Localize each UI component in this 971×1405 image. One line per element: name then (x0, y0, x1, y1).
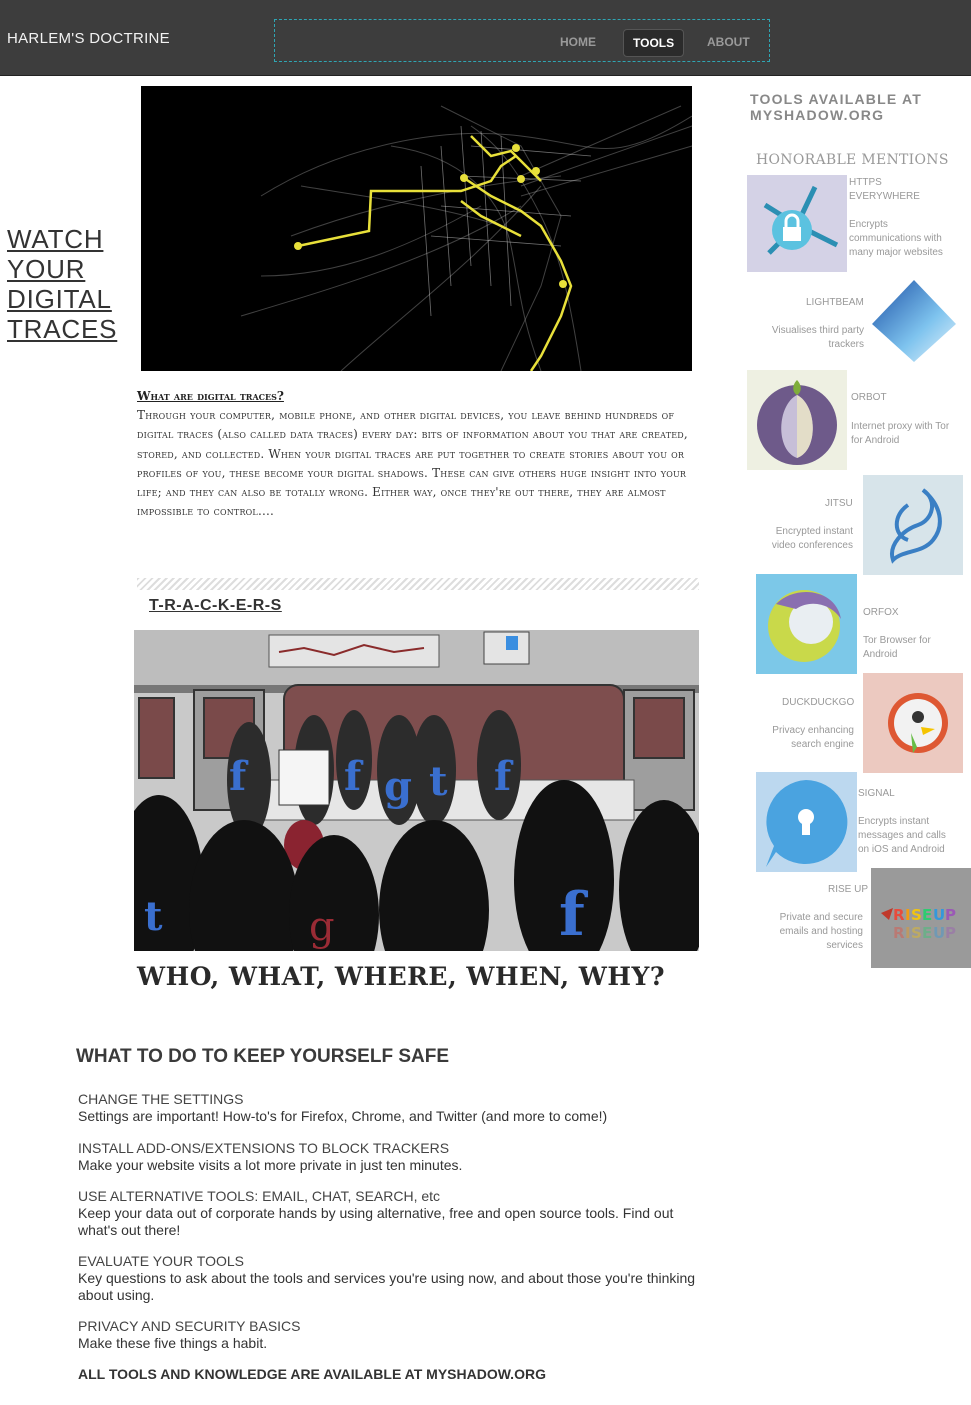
watch-digital-traces-heading: WATCH YOUR DIGITAL TRACES (7, 224, 137, 344)
svg-text:R: R (893, 906, 905, 924)
tool-desc: Tor Browser for Android (863, 635, 931, 660)
riseup-icon: RI SE UP RI SE UP (881, 906, 956, 942)
tool-signal-tile[interactable] (756, 772, 857, 872)
tool-desc: Internet proxy with Tor for Android (851, 421, 950, 446)
honorable-mentions-title: HONORABLE MENTIONS (756, 152, 949, 168)
svg-text:E: E (922, 906, 932, 924)
svg-text:g: g (309, 904, 335, 950)
tool-desc: Encrypts communications with many major … (849, 219, 943, 258)
tool-name[interactable]: DUCKDUCKGO (782, 696, 854, 710)
tool-jitsi-tile[interactable] (863, 475, 963, 575)
heading-line: YOUR (7, 254, 86, 284)
tool-name[interactable]: ORFOX (863, 606, 899, 620)
lightbeam-icon (872, 280, 956, 362)
tool-desc: Private and secure emails and hosting se… (779, 912, 863, 951)
svg-text:t: t (144, 893, 163, 940)
safety-item-text: Key questions to ask about the tools and… (78, 1270, 696, 1303)
nav-container (274, 19, 770, 62)
orbot-icon (757, 380, 837, 465)
svg-text:I: I (905, 906, 911, 924)
trackers-train-illustration: f f g t f t f g (114, 630, 709, 1000)
heading-line: WATCH (7, 224, 104, 254)
svg-text:t: t (429, 758, 448, 805)
trackers-caption: WHO, WHAT, WHERE, WHEN, WHY? (137, 962, 666, 991)
tool-riseup-tile[interactable]: RI SE UP RI SE UP (871, 868, 971, 968)
safety-item-heading[interactable]: PRIVACY AND SECURITY BASICS (78, 1318, 703, 1335)
svg-text:f: f (559, 880, 589, 950)
svg-text:f: f (344, 753, 364, 800)
tool-orbot-tile[interactable] (747, 370, 847, 470)
svg-text:f: f (229, 753, 249, 800)
safety-item-basics[interactable]: PRIVACY AND SECURITY BASICS Make these f… (78, 1318, 703, 1352)
svg-text:U: U (933, 906, 945, 924)
nav-about[interactable]: ABOUT (698, 29, 759, 55)
svg-text:I: I (905, 924, 911, 942)
myshadow-footer-note[interactable]: ALL TOOLS AND KNOWLEDGE ARE AVAILABLE AT… (78, 1366, 546, 1382)
safety-item-text: Settings are important! How-to's for Fir… (78, 1108, 608, 1124)
https-everywhere-icon (763, 185, 839, 255)
safety-item-alternative-tools[interactable]: USE ALTERNATIVE TOOLS: EMAIL, CHAT, SEAR… (78, 1188, 703, 1239)
tool-name[interactable]: RISE UP (828, 883, 868, 897)
tool-desc: Privacy enhancing search engine (772, 725, 854, 750)
svg-text:R: R (893, 924, 905, 942)
safety-item-text: Keep your data out of corporate hands by… (78, 1205, 674, 1238)
safety-item-heading[interactable]: INSTALL ADD-ONS/EXTENSIONS TO BLOCK TRAC… (78, 1140, 703, 1157)
duckduckgo-icon (888, 693, 948, 753)
tool-lightbeam-tile[interactable] (866, 276, 959, 366)
heading-line: TRACES (7, 314, 118, 344)
safety-item-text: Make your website visits a lot more priv… (78, 1157, 463, 1173)
safety-item-text: Make these five things a habit. (78, 1335, 268, 1351)
digital-traces-map-image (141, 86, 693, 372)
svg-text:f: f (494, 753, 514, 800)
nav-home[interactable]: HOME (551, 29, 605, 55)
tool-orfox-tile[interactable] (756, 574, 857, 674)
site-brand[interactable]: HARLEM'S DOCTRINE (7, 30, 170, 47)
svg-text:g: g (384, 763, 412, 810)
digital-traces-body: Through your computer, mobile phone, and… (137, 408, 688, 519)
signal-icon (766, 780, 848, 867)
svg-text:E: E (922, 924, 932, 942)
svg-text:P: P (945, 924, 956, 942)
tool-duckduckgo-tile[interactable] (863, 673, 963, 773)
tool-name[interactable]: ORBOT (851, 391, 887, 405)
tool-name[interactable]: SIGNAL (858, 787, 895, 801)
svg-text:S: S (911, 924, 922, 942)
tool-name[interactable]: JITSU (825, 497, 853, 511)
heading-line: DIGITAL (7, 284, 112, 314)
safety-item-heading[interactable]: EVALUATE YOUR TOOLS (78, 1253, 703, 1270)
safety-item-addons[interactable]: INSTALL ADD-ONS/EXTENSIONS TO BLOCK TRAC… (78, 1140, 703, 1174)
jitsi-icon (890, 488, 942, 564)
safety-section-title: WHAT TO DO TO KEEP YOURSELF SAFE (76, 1046, 450, 1067)
safety-item-settings[interactable]: CHANGE THE SETTINGS Settings are importa… (78, 1091, 703, 1125)
tool-name[interactable]: LIGHTBEAM (806, 296, 864, 310)
tool-desc: Visualises third party trackers (771, 325, 864, 350)
tool-https-everywhere-tile[interactable] (747, 175, 847, 272)
tool-desc: Encrypts instant messages and calls on i… (858, 816, 946, 855)
train-cartoon-graphic: f f g t f t f g (114, 630, 709, 1000)
svg-text:U: U (933, 924, 945, 942)
traces-map-graphic (141, 86, 693, 372)
safety-item-evaluate[interactable]: EVALUATE YOUR TOOLS Key questions to ask… (78, 1253, 703, 1304)
tool-desc: Encrypted instant video conferences (771, 526, 853, 551)
trackers-heading[interactable]: T-R-A-C-K-E-R-S (149, 597, 282, 615)
orfox-icon (768, 590, 841, 662)
nav-tools[interactable]: TOOLS (623, 29, 685, 57)
safety-item-heading[interactable]: CHANGE THE SETTINGS (78, 1091, 703, 1108)
svg-text:S: S (911, 906, 922, 924)
tool-name[interactable]: HTTPS EVERYWHERE (849, 176, 929, 204)
sidebar-title[interactable]: TOOLS AVAILABLE AT MYSHADOW.ORG (750, 91, 950, 123)
digital-traces-title: What are digital traces? (137, 389, 284, 403)
svg-text:P: P (945, 906, 956, 924)
safety-item-heading[interactable]: USE ALTERNATIVE TOOLS: EMAIL, CHAT, SEAR… (78, 1188, 703, 1205)
section-divider (137, 578, 699, 590)
